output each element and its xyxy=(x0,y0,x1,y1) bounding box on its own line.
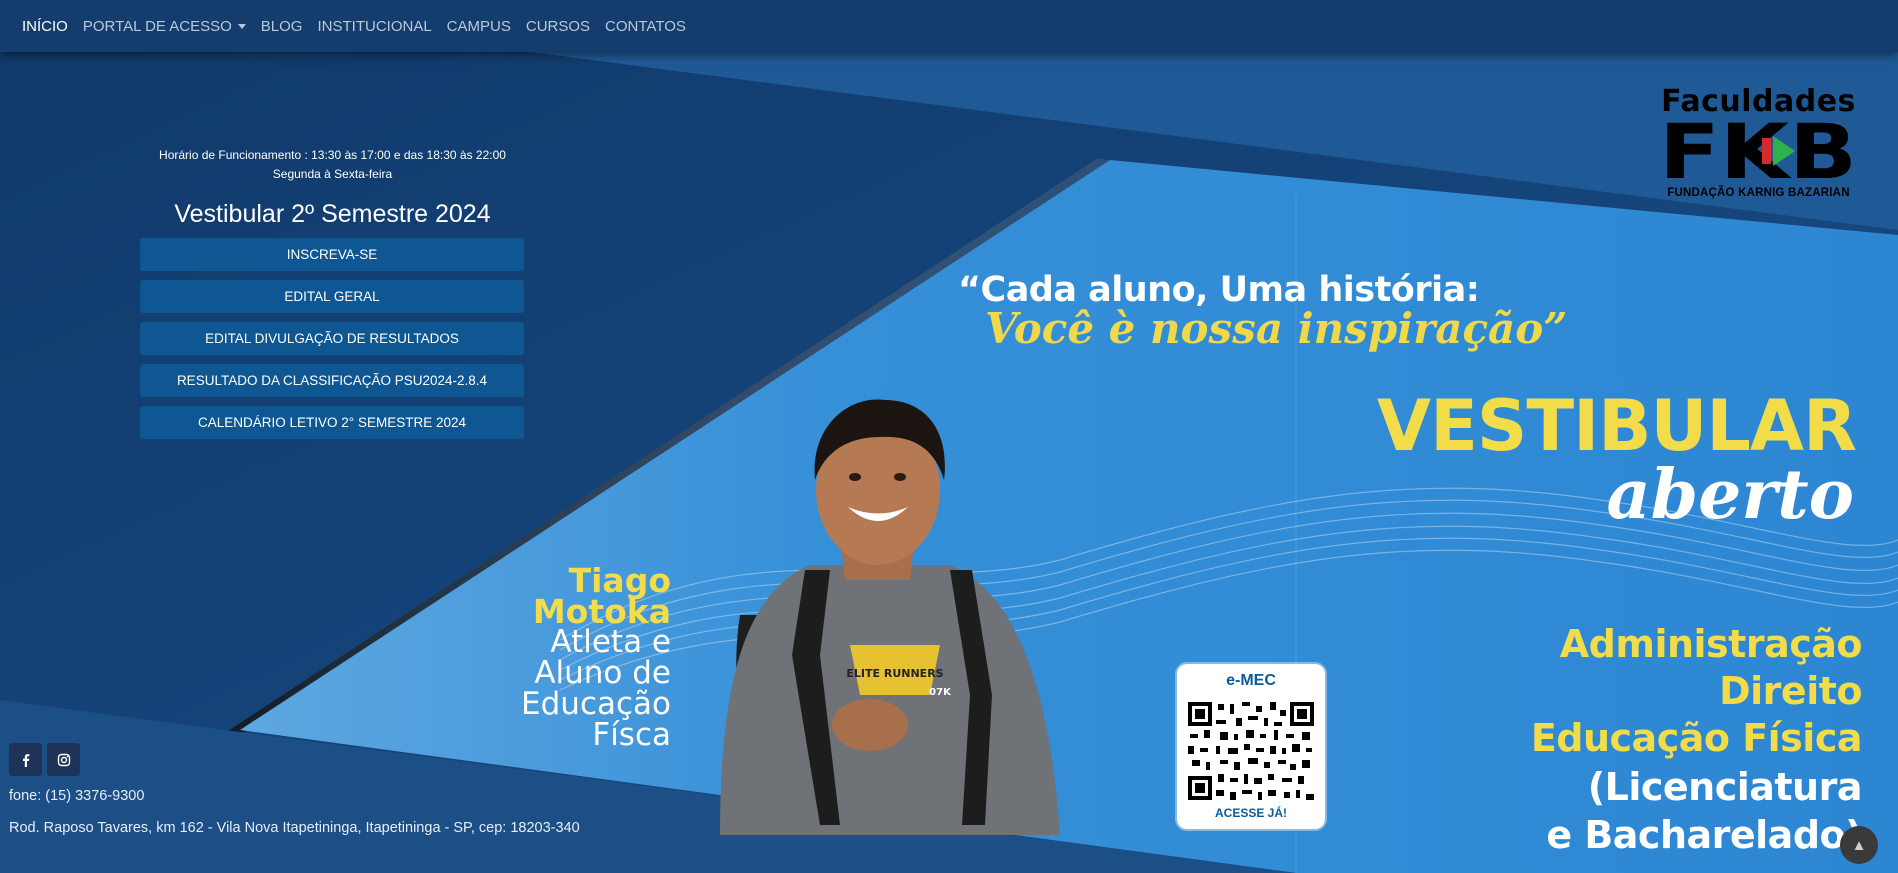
inscreva-se-button[interactable]: INSCREVA-SE xyxy=(140,238,524,271)
social-links xyxy=(9,743,580,776)
nav-institucional[interactable]: INSTITUCIONAL xyxy=(317,18,431,35)
facebook-button[interactable] xyxy=(9,743,42,776)
calendario-letivo-button[interactable]: CALENDÁRIO LETIVO 2° SEMESTRE 2024 xyxy=(140,406,524,439)
scroll-to-top-button[interactable]: ▲ xyxy=(1840,826,1878,864)
fkb-logo: Faculdades FKB FUNDAÇÃO KARNIG BAZARIAN xyxy=(1655,86,1862,202)
nav-portal-label: PORTAL DE ACESSO xyxy=(82,17,232,35)
athlete-last-name: Motoka xyxy=(532,592,671,631)
nav-cursos[interactable]: CURSOS xyxy=(526,18,590,35)
emec-qr-card[interactable]: e-MEC ACESSE JÁ! xyxy=(1177,664,1325,829)
resultado-classificacao-button[interactable]: RESULTADO DA CLASSIFICAÇÃO PSU2024-2.8.4 xyxy=(140,364,524,397)
chevron-down-icon xyxy=(237,24,246,30)
shirt-badge: 07K xyxy=(929,687,952,698)
aberto-heading: aberto xyxy=(1606,455,1854,535)
emec-title: e-MEC xyxy=(1226,672,1276,689)
nav-portal-de-acesso[interactable]: PORTAL DE ACESSO xyxy=(83,18,246,35)
vestibular-title: Vestibular 2º Semestre 2024 xyxy=(174,200,491,228)
main-navbar: INÍCIO PORTAL DE ACESSO BLOG INSTITUCION… xyxy=(0,0,1898,52)
course-bacharelado: e Bacharelado) xyxy=(1546,813,1862,857)
athlete-desc-3: Educação xyxy=(521,686,671,722)
contact-footer: fone: (15) 3376-9300 Rod. Raposo Tavares… xyxy=(9,743,580,836)
course-licenciatura: (Licenciatura xyxy=(1587,765,1863,809)
vestibular-info: Horário de Funcionamento : 13:30 às 17:0… xyxy=(140,146,525,439)
svg-text:FKB: FKB xyxy=(1659,118,1857,184)
logo-word: Faculdades xyxy=(1661,84,1856,119)
logo-subtitle: FUNDAÇÃO KARNIG BAZARIAN xyxy=(1667,187,1850,199)
hours-line-1: Horário de Funcionamento : 13:30 às 17:0… xyxy=(159,148,506,162)
phone-number: fone: (15) 3376-9300 xyxy=(9,788,145,804)
course-direito: Direito xyxy=(1719,669,1862,713)
athlete-desc-2: Aluno de xyxy=(534,655,671,691)
nav-blog[interactable]: BLOG xyxy=(261,18,303,35)
course-administracao: Administração xyxy=(1559,622,1863,666)
logo-letters: FKB xyxy=(1659,107,1857,196)
course-educacao-fisica: Educação Física xyxy=(1530,716,1863,760)
arrow-up-icon: ▲ xyxy=(1851,836,1867,854)
quote-line-2: Você è nossa inspiração” xyxy=(985,304,1568,353)
nav-campus[interactable]: CAMPUS xyxy=(447,18,511,35)
edital-geral-button[interactable]: EDITAL GERAL xyxy=(140,280,524,313)
athlete-caption: Tiago Motoka Atleta e Aluno de Educação … xyxy=(521,564,671,751)
instagram-button[interactable] xyxy=(47,743,80,776)
edital-resultados-button[interactable]: EDITAL DIVULGAÇÃO DE RESULTADOS xyxy=(140,322,524,355)
nav-inicio[interactable]: INÍCIO xyxy=(22,18,68,35)
nav-contatos[interactable]: CONTATOS xyxy=(605,18,686,35)
instagram-icon xyxy=(57,753,70,766)
emec-cta: ACESSE JÁ! xyxy=(1214,806,1288,820)
student-photo: ELITE RUNNERS 07K xyxy=(720,399,1060,835)
shirt-text: ELITE RUNNERS xyxy=(846,667,943,680)
athlete-desc-1: Atleta e xyxy=(550,624,671,660)
hours-line-2: Segunda à Sexta-feira xyxy=(272,167,393,181)
facebook-icon xyxy=(22,753,29,767)
qr-code-icon xyxy=(1186,700,1316,802)
address: Rod. Raposo Tavares, km 162 - Vila Nova … xyxy=(9,820,580,836)
